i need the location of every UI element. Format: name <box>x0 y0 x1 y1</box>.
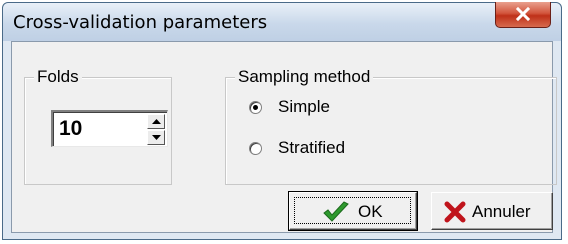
close-button[interactable] <box>495 2 551 28</box>
spinner-up-button[interactable] <box>147 114 165 129</box>
folds-spinner[interactable]: 10 <box>51 110 168 147</box>
folds-group-label: Folds <box>34 67 82 87</box>
radio-label-simple[interactable]: Simple <box>278 97 330 117</box>
dialog-body: Folds 10 Sampling method Simple Stratifi… <box>11 41 557 233</box>
spinner-buttons <box>147 114 165 145</box>
radio-button-stratified[interactable] <box>249 142 262 155</box>
cancel-button[interactable]: Annuler <box>431 192 553 230</box>
focus-rectangle <box>294 197 411 224</box>
radio-button-simple[interactable] <box>249 101 262 114</box>
window-title: Cross-validation parameters <box>13 12 268 33</box>
folds-value[interactable]: 10 <box>59 117 82 141</box>
radio-label-stratified[interactable]: Stratified <box>278 138 345 158</box>
ok-label: OK <box>358 202 383 221</box>
cancel-label: Annuler <box>472 202 531 221</box>
ok-button[interactable]: OK <box>288 191 418 231</box>
sampling-method-group: Sampling method <box>225 67 557 185</box>
radio-selected-dot <box>253 105 258 110</box>
title-bar[interactable]: Cross-validation parameters <box>3 2 561 41</box>
spinner-down-button[interactable] <box>147 130 165 145</box>
green-checkmark-icon <box>322 201 350 228</box>
sampling-method-label: Sampling method <box>235 67 374 87</box>
red-x-icon <box>444 201 466 228</box>
dialog-window: Cross-validation parameters Folds 10 Sam… <box>2 2 562 240</box>
